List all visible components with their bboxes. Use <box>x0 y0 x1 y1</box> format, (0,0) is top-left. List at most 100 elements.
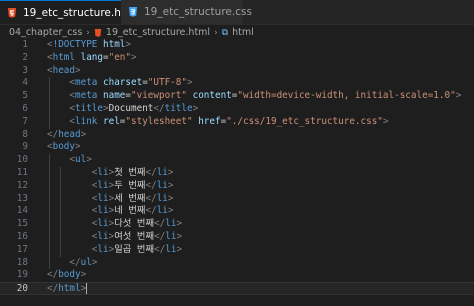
code-token: > <box>176 243 183 255</box>
line-number: 4 <box>22 77 28 89</box>
code-line[interactable]: 5 <meta name="viewport" content="width=de… <box>0 90 474 103</box>
code-text: <li>두 번째</li> <box>92 180 174 193</box>
code-token: html <box>103 39 126 50</box>
code-token: "width=device-width, initial-scale=1.0" <box>237 90 456 102</box>
code-line[interactable]: 6 <title>Document</title> <box>0 103 474 116</box>
code-token: > <box>167 205 174 217</box>
code-token: li <box>165 218 177 230</box>
code-token: 네 번째 <box>114 205 146 217</box>
code-token: li <box>156 205 168 217</box>
code-token: li <box>97 205 109 217</box>
code-editor[interactable]: 1 <!DOCTYPE html> 2 <html lang="en"> 3 <head>… <box>0 39 474 306</box>
line-number: 16 <box>16 231 28 242</box>
code-token: title <box>164 103 193 114</box>
code-line[interactable]: 11 <li>첫 번째</li> <box>0 167 474 180</box>
code-line[interactable]: 14 <li>네 번째</li> <box>0 205 474 218</box>
code-line[interactable]: 10 <ul> <box>0 154 474 167</box>
code-line[interactable]: 8 </head> <box>0 129 474 142</box>
code-token: "./css/19_etc_structure.css" <box>226 115 383 127</box>
code-text: <!DOCTYPE html> <box>47 39 131 52</box>
line-number: 1 <box>22 39 28 50</box>
code-line[interactable]: 20 </html> <box>0 282 474 295</box>
code-token: </ <box>145 205 157 217</box>
code-token: 세 번째 <box>114 192 146 204</box>
code-token: li <box>156 167 168 178</box>
code-text: </ul> <box>69 257 97 270</box>
code-token: 첫 번째 <box>114 167 146 178</box>
code-text: <head> <box>47 65 81 78</box>
line-number: 8 <box>22 128 28 140</box>
code-token: > <box>80 128 87 140</box>
code-token: > <box>176 218 183 230</box>
code-text: <body> <box>47 141 81 154</box>
code-token: </ <box>145 167 157 178</box>
code-token: meta <box>75 90 98 102</box>
tab-html-file[interactable]: 19_etc_structure.html ✕ <box>0 0 156 24</box>
code-line[interactable]: 18 </ul> <box>0 257 474 270</box>
html5-icon <box>8 7 16 18</box>
code-token: head <box>52 64 75 76</box>
code-line[interactable]: 15 <li>다섯 번째</li> <box>0 218 474 231</box>
code-token: ul <box>75 154 87 166</box>
code-token: !DOCTYPE <box>52 39 98 50</box>
code-token: li <box>156 179 168 191</box>
code-token: html <box>58 283 81 295</box>
code-text: <ul> <box>69 154 91 167</box>
code-line[interactable]: 13 <li>세 번째</li> <box>0 193 474 206</box>
code-line[interactable]: 1 <!DOCTYPE html> <box>0 39 474 52</box>
line-number: 18 <box>16 256 28 268</box>
code-token: > <box>91 256 98 268</box>
line-number: 15 <box>16 218 28 230</box>
code-token: "UTF-8" <box>147 77 187 89</box>
line-number: 2 <box>22 51 28 63</box>
code-token: </ <box>145 179 157 191</box>
chevron-right-icon: › <box>214 27 218 38</box>
code-token: 여섯 번째 <box>114 231 155 242</box>
code-token: li <box>97 179 109 191</box>
code-text: <html lang="en"> <box>47 52 137 65</box>
breadcrumb-folder[interactable]: 04_chapter_css <box>9 27 82 38</box>
code-line[interactable]: 19 </body> <box>0 269 474 282</box>
code-text: <meta charset="UTF-8"> <box>69 77 192 90</box>
line-number: 19 <box>16 269 28 281</box>
code-token: </ <box>154 218 166 230</box>
code-token: > <box>86 154 92 166</box>
code-line[interactable]: 17 <li>일곱 번째</li> <box>0 244 474 257</box>
code-token: 두 번째 <box>114 179 146 191</box>
code-token: li <box>165 243 177 255</box>
code-token: > <box>382 115 389 127</box>
chevron-right-icon: › <box>86 27 90 38</box>
code-token: > <box>75 141 81 153</box>
code-text: <li>네 번째</li> <box>92 205 174 218</box>
code-token: Document <box>108 103 154 114</box>
tab-css-file[interactable]: 19_etc_structure.css <box>121 0 252 24</box>
code-token: > <box>167 167 174 178</box>
code-token: > <box>80 269 87 281</box>
code-token: meta <box>75 77 98 89</box>
code-line[interactable]: 3 <head> <box>0 65 474 78</box>
code-token: charset <box>103 77 143 89</box>
code-token: > <box>455 90 462 102</box>
code-token: > <box>125 39 131 50</box>
code-token: "stylesheet" <box>125 115 193 127</box>
text-cursor <box>86 283 88 295</box>
code-line[interactable]: 2 <html lang="en"> <box>0 52 474 65</box>
code-line[interactable]: 16 <li>여섯 번째</li> <box>0 231 474 244</box>
symbol-element-icon: ⧉ <box>221 27 229 38</box>
code-token: </ <box>47 128 59 140</box>
tab-css-label: 19_etc_structure.css <box>144 6 252 18</box>
code-line[interactable]: 9 <body> <box>0 141 474 154</box>
code-line[interactable]: 7 <link rel="stylesheet" href="./css/19_e… <box>0 116 474 129</box>
code-token: link <box>75 115 98 127</box>
line-number: 11 <box>16 167 28 178</box>
code-text: <li>세 번째</li> <box>92 193 174 206</box>
line-number: 17 <box>16 243 28 255</box>
code-token: li <box>97 192 109 204</box>
code-token: </ <box>47 283 59 295</box>
code-line[interactable]: 12 <li>두 번째</li> <box>0 180 474 193</box>
code-token: li <box>97 167 109 178</box>
code-text: <li>다섯 번째</li> <box>92 218 182 231</box>
breadcrumb-element[interactable]: ⧉ html <box>222 27 254 38</box>
breadcrumb-file[interactable]: 19_etc_structure.html <box>94 27 210 38</box>
code-line[interactable]: 4 <meta charset="UTF-8"> <box>0 77 474 90</box>
